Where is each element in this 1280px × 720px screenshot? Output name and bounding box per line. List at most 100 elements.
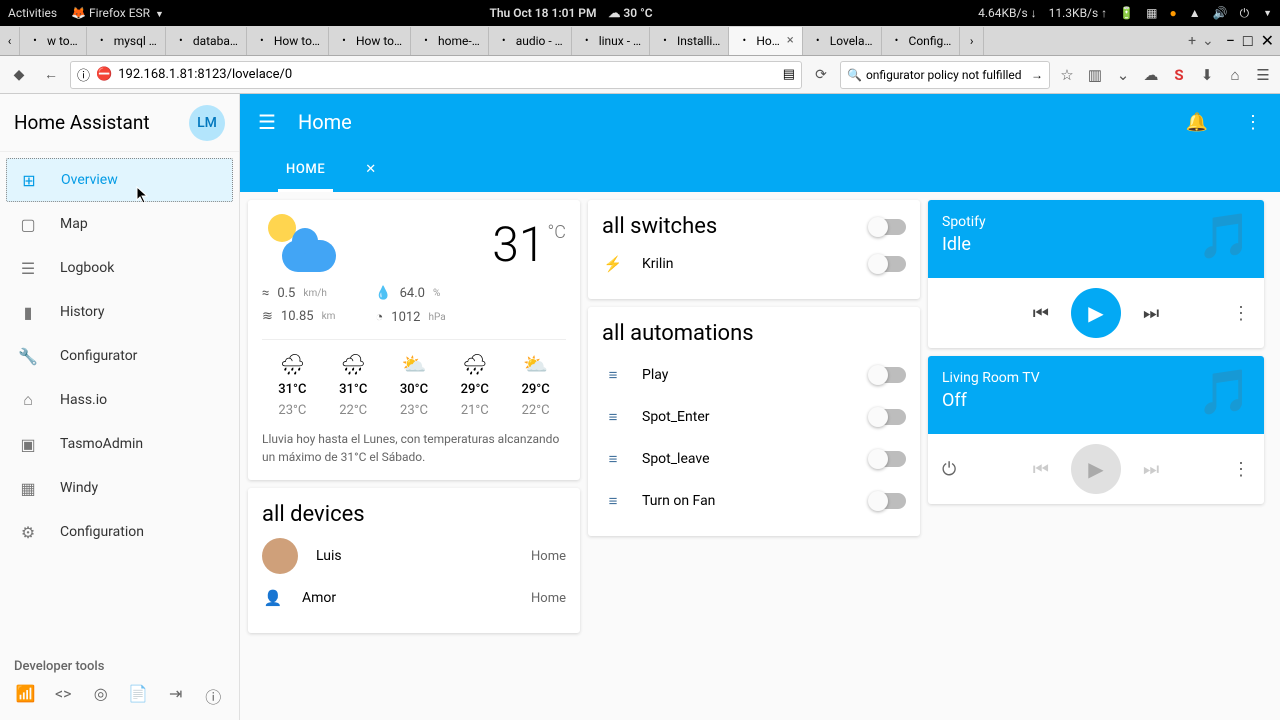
browser-tab[interactable]: •audio - … bbox=[489, 27, 572, 55]
app-menu[interactable]: 🦊 Firefox ESR ▼ bbox=[71, 6, 164, 20]
automation-toggle[interactable] bbox=[870, 451, 906, 467]
power-icon[interactable]: ⏻ bbox=[1240, 6, 1250, 21]
notifications-icon[interactable]: 🔔 bbox=[1186, 112, 1208, 133]
power-icon[interactable]: ⏻ bbox=[942, 459, 956, 480]
sidebar-item-overview[interactable]: ⊞ Overview bbox=[6, 158, 233, 202]
play-button: ▶ bbox=[1071, 444, 1121, 494]
browser-tab[interactable]: •Config… bbox=[882, 27, 961, 55]
search-engine-icon[interactable]: 🔍 bbox=[847, 68, 862, 82]
sidebar-item-logbook[interactable]: ☰Logbook bbox=[6, 246, 233, 290]
overflow-menu-icon[interactable]: ⋮ bbox=[1244, 112, 1262, 133]
next-track-icon[interactable]: ⏭ bbox=[1143, 303, 1159, 324]
browser-tab[interactable]: •How to… bbox=[329, 27, 411, 55]
account-icon[interactable]: ☁ bbox=[1140, 66, 1162, 84]
automation-toggle[interactable] bbox=[870, 493, 906, 509]
nav-icon: ⊞ bbox=[19, 171, 39, 190]
browser-toolbar: ◆ ← ⓘ ⛔ 192.168.1.81:8123/lovelace/0 ▤ ⟳… bbox=[0, 56, 1280, 94]
media-art-icon: 🎵 bbox=[1197, 366, 1252, 418]
dev-code-icon[interactable]: <> bbox=[52, 684, 76, 708]
browser-tab[interactable]: •mysql … bbox=[87, 27, 166, 55]
hamburger-icon[interactable]: ☰ bbox=[258, 110, 276, 134]
browser-tab[interactable]: •home-… bbox=[411, 27, 489, 55]
clock[interactable]: Thu Oct 18 1:01 PM ☁ 30 °C bbox=[164, 6, 978, 20]
extension-s-icon[interactable]: S bbox=[1168, 66, 1190, 84]
menu-icon[interactable]: ☰ bbox=[1252, 66, 1274, 84]
switch-toggle[interactable] bbox=[870, 256, 906, 272]
library-icon[interactable]: ▥ bbox=[1084, 66, 1106, 84]
favicon: • bbox=[580, 34, 594, 48]
home-icon[interactable]: ⌂ bbox=[1224, 66, 1246, 84]
switches-master-toggle[interactable] bbox=[870, 219, 906, 235]
tray-icon[interactable]: ▦ bbox=[1146, 6, 1157, 20]
nav-icon: ⌂ bbox=[18, 390, 38, 410]
new-tab-button[interactable]: + bbox=[1188, 33, 1196, 49]
favicon: • bbox=[337, 34, 351, 48]
close-window-button[interactable]: ✕ bbox=[1261, 31, 1274, 51]
browser-tab[interactable]: •How to… bbox=[247, 27, 329, 55]
sidebar-item-windy[interactable]: ▦Windy bbox=[6, 466, 233, 510]
search-bar[interactable]: 🔍 onfigurator policy not fulfilled → bbox=[840, 61, 1050, 89]
ha-app-bar: ☰ Home 🔔 ⋮ bbox=[240, 94, 1280, 150]
automation-toggle[interactable] bbox=[870, 367, 906, 383]
view-tabs: HOME ✕ bbox=[240, 150, 1280, 192]
play-button[interactable]: ▶ bbox=[1071, 288, 1121, 338]
bookmark-star-icon[interactable]: ☆ bbox=[1056, 66, 1078, 84]
nav-label: Overview bbox=[61, 172, 118, 188]
automation-toggle[interactable] bbox=[870, 409, 906, 425]
nav-icon: ▢ bbox=[18, 215, 38, 234]
nav-icon: ▮ bbox=[18, 303, 38, 322]
sidebar-item-configurator[interactable]: 🔧Configurator bbox=[6, 334, 233, 378]
tab-overflow[interactable]: › bbox=[960, 27, 984, 55]
weather-description: Lluvia hoy hasta el Lunes, con temperatu… bbox=[262, 430, 566, 466]
battery-icon[interactable]: 🔋 bbox=[1119, 6, 1134, 20]
tab-home[interactable]: HOME bbox=[278, 150, 333, 192]
sidebar-item-history[interactable]: ▮History bbox=[6, 290, 233, 334]
identity-icon[interactable]: ◆ bbox=[6, 62, 32, 88]
nav-icon: ▦ bbox=[18, 479, 38, 498]
sidebar-item-hassio[interactable]: ⌂Hass.io bbox=[6, 378, 233, 422]
dev-service-icon[interactable]: ⇥ bbox=[164, 684, 188, 708]
browser-tab[interactable]: •databa… bbox=[166, 27, 247, 55]
device-row[interactable]: 👤AmorHome bbox=[262, 577, 566, 619]
user-avatar[interactable]: LM bbox=[189, 105, 225, 141]
device-row[interactable]: LuisHome bbox=[262, 535, 566, 577]
browser-tab[interactable]: •linux - … bbox=[572, 27, 650, 55]
pocket-icon[interactable]: ⌄ bbox=[1112, 66, 1134, 84]
media-menu-icon[interactable]: ⋮ bbox=[1232, 303, 1250, 324]
dev-radio-icon[interactable]: ◎ bbox=[89, 684, 113, 708]
media-menu-icon[interactable]: ⋮ bbox=[1232, 459, 1250, 480]
switches-title: all switches bbox=[602, 214, 852, 239]
tab-history-back[interactable]: ‹ bbox=[0, 27, 20, 55]
network-icon[interactable]: ▲ bbox=[1189, 6, 1201, 20]
nav-icon: ⚙ bbox=[18, 523, 38, 542]
tab-unused[interactable]: ✕ bbox=[357, 150, 385, 192]
browser-tab[interactable]: •w to… bbox=[20, 27, 87, 55]
prev-track-icon[interactable]: ⏮ bbox=[1033, 303, 1049, 324]
maximize-button[interactable]: □ bbox=[1243, 31, 1253, 51]
back-button[interactable]: ← bbox=[38, 62, 64, 88]
tray-dot-icon[interactable]: ● bbox=[1169, 6, 1176, 20]
sidebar-item-configuration[interactable]: ⚙Configuration bbox=[6, 510, 233, 554]
volume-icon[interactable]: 🔊 bbox=[1213, 6, 1228, 20]
tabs-dropdown[interactable]: ⌄ bbox=[1202, 33, 1214, 49]
activities-menu[interactable]: Activities bbox=[8, 6, 57, 20]
favicon: • bbox=[737, 34, 751, 48]
flash-icon: ⚡ bbox=[602, 255, 624, 273]
reader-icon[interactable]: ▤ bbox=[783, 67, 795, 82]
reload-button[interactable]: ⟳ bbox=[808, 62, 834, 88]
sidebar-item-map[interactable]: ▢Map bbox=[6, 202, 233, 246]
browser-tab[interactable]: •Ho…× bbox=[729, 27, 802, 55]
dev-remote-icon[interactable]: 📶 bbox=[14, 684, 38, 708]
forecast-day: 🌧29°C21°C bbox=[461, 352, 489, 418]
sidebar-item-tasmoadmin[interactable]: ▣TasmoAdmin bbox=[6, 422, 233, 466]
downloads-icon[interactable]: ⬇ bbox=[1196, 66, 1218, 84]
browser-tab[interactable]: •Lovela… bbox=[803, 27, 882, 55]
close-tab-icon[interactable]: × bbox=[787, 33, 794, 48]
dev-file-icon[interactable]: 📄 bbox=[127, 684, 151, 708]
address-bar[interactable]: ⓘ ⛔ 192.168.1.81:8123/lovelace/0 ▤ bbox=[70, 61, 802, 89]
automation-icon: ≡ bbox=[602, 408, 624, 426]
browser-tab[interactable]: •Installi… bbox=[650, 27, 729, 55]
info-icon[interactable]: ⓘ bbox=[77, 65, 90, 84]
minimize-button[interactable]: − bbox=[1226, 31, 1235, 51]
dev-info-icon[interactable]: ⓘ bbox=[202, 684, 226, 708]
